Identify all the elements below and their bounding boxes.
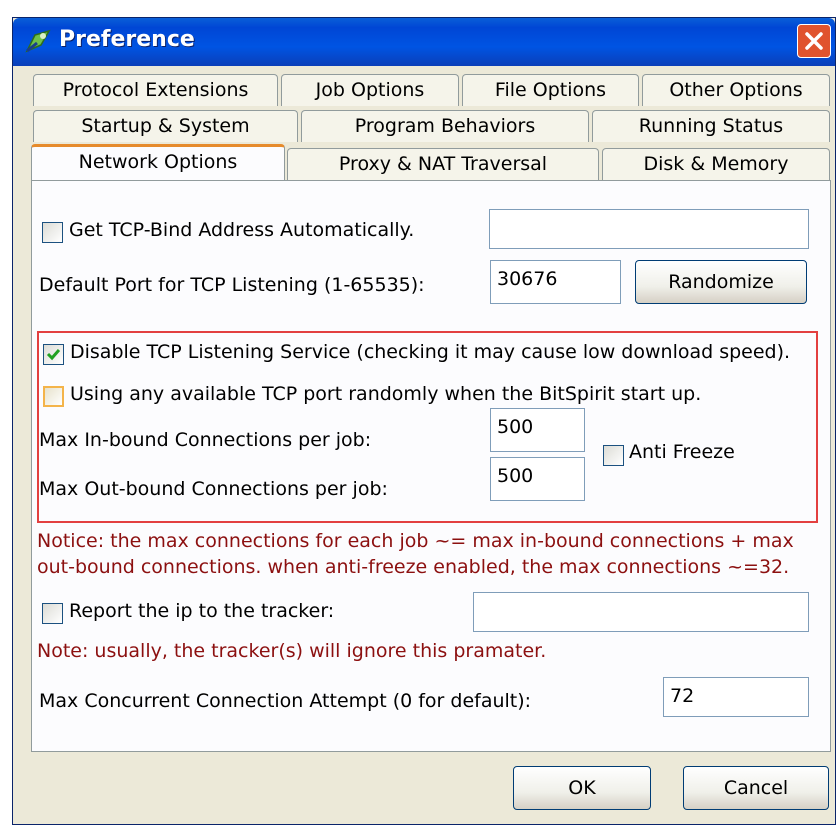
tracker-note: Note: usually, the tracker(s) will ignor… — [37, 640, 547, 662]
tab-job-options[interactable]: Job Options — [281, 74, 459, 106]
window-title: Preference — [59, 27, 195, 52]
max-outbound-label: Max Out-bound Connections per job: — [39, 478, 388, 500]
max-inbound-field[interactable]: 500 — [490, 408, 585, 452]
random-port-label: Using any available TCP port randomly wh… — [70, 383, 702, 405]
anti-freeze-checkbox[interactable] — [603, 445, 624, 466]
report-ip-field[interactable] — [473, 592, 809, 632]
tcp-bind-address-field[interactable] — [489, 209, 809, 249]
default-port-field[interactable]: 30676 — [490, 260, 621, 304]
report-ip-checkbox[interactable] — [42, 603, 63, 624]
report-ip-label: Report the ip to the tracker: — [69, 600, 335, 622]
max-concurrent-field[interactable]: 72 — [663, 677, 809, 717]
random-port-checkbox[interactable] — [43, 386, 64, 407]
cancel-button[interactable]: Cancel — [683, 766, 829, 810]
tab-file-options[interactable]: File Options — [462, 74, 639, 106]
tab-startup-system[interactable]: Startup & System — [33, 110, 298, 142]
tab-proxy-nat-traversal[interactable]: Proxy & NAT Traversal — [287, 148, 599, 180]
title-bar[interactable]: Preference — [13, 18, 835, 66]
notice-line-1: Notice: the max connections for each job… — [37, 530, 794, 552]
tab-running-status[interactable]: Running Status — [592, 110, 830, 142]
ok-button[interactable]: OK — [513, 766, 651, 810]
tab-other-options[interactable]: Other Options — [642, 74, 830, 106]
max-concurrent-label: Max Concurrent Connection Attempt (0 for… — [39, 690, 532, 712]
tab-protocol-extensions[interactable]: Protocol Extensions — [33, 74, 278, 106]
notice-line-2: out-bound connections. when anti-freeze … — [37, 556, 790, 578]
tab-program-behaviors[interactable]: Program Behaviors — [301, 110, 589, 142]
disable-listening-checkbox[interactable] — [43, 344, 64, 365]
close-icon — [805, 32, 823, 50]
tcp-bind-auto-checkbox[interactable] — [42, 222, 63, 243]
tab-network-options[interactable]: Network Options — [31, 144, 285, 180]
preference-window: Preference Protocol Extensions Job Optio… — [12, 17, 836, 825]
max-outbound-field[interactable]: 500 — [490, 457, 585, 501]
disable-listening-label: Disable TCP Listening Service (checking … — [70, 341, 791, 363]
randomize-button[interactable]: Randomize — [635, 260, 807, 304]
max-inbound-label: Max In-bound Connections per job: — [39, 429, 372, 451]
tcp-bind-auto-label: Get TCP-Bind Address Automatically. — [69, 219, 415, 241]
app-icon — [23, 27, 53, 57]
close-button[interactable] — [797, 24, 831, 58]
tab-disk-memory[interactable]: Disk & Memory — [602, 148, 830, 180]
default-port-label: Default Port for TCP Listening (1-65535)… — [39, 274, 425, 296]
anti-freeze-label: Anti Freeze — [629, 441, 735, 463]
checkmark-icon — [46, 349, 61, 361]
